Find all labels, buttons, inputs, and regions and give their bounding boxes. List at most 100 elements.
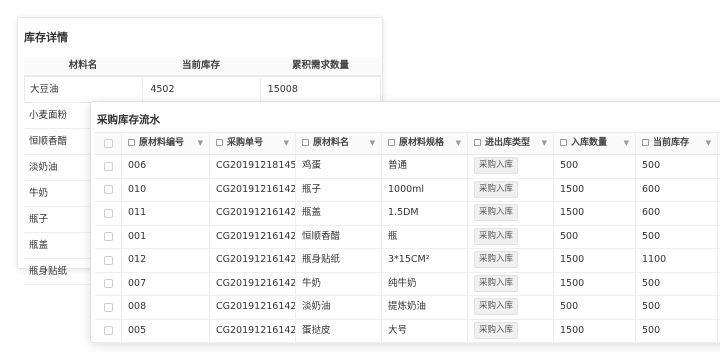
cell-in-qty: 500	[553, 155, 635, 178]
header-label: 原材料规格	[399, 138, 445, 148]
cell-io-type: 采购入库	[467, 202, 553, 225]
caret-down-icon[interactable]: ▼	[706, 133, 711, 154]
cell-material-name: 瓶盖	[295, 202, 381, 225]
cell-material-id: 005	[121, 319, 209, 342]
table-row[interactable]: 大豆油 4502 15008	[24, 76, 381, 103]
row-select-cell	[95, 273, 121, 296]
cell-material-spec: 提炼奶油	[381, 296, 467, 319]
table-column-icon	[128, 139, 135, 146]
cell-in-qty: 1500	[553, 272, 635, 295]
cell-material-spec: 普通	[381, 155, 467, 178]
cell-material-name: 大豆油	[30, 84, 59, 95]
caret-down-icon[interactable]: ▼	[624, 133, 629, 154]
cell-material-name: 瓶身贴纸	[295, 249, 381, 272]
cell-material-spec: 瓶	[381, 225, 467, 248]
cell-material-name: 蛋挞皮	[295, 319, 381, 342]
cell-material-name: 淡奶油	[295, 296, 381, 319]
cell-material-spec: 大号	[381, 319, 467, 342]
table-row[interactable]: 006 CG20191218145 鸡蛋 普通 采购入库 500 500	[95, 155, 720, 179]
caret-down-icon[interactable]: ▼	[198, 133, 203, 154]
cell-current-stock: 500	[635, 272, 717, 295]
io-type-tag: 采购入库	[474, 157, 519, 174]
cell-current-stock: 1100	[635, 249, 717, 272]
header-label: 原材料编号	[139, 138, 185, 148]
cell-current-stock: 600	[635, 178, 717, 201]
cell-material-spec: 3*15CM²	[381, 249, 467, 272]
table-column-icon	[302, 139, 309, 146]
table-row[interactable]: 010 CG20191216142 瓶子 1000ml 采购入库 1500 60…	[95, 178, 720, 202]
header-label: 当前库存	[653, 138, 690, 148]
cell-io-type: 采购入库	[467, 225, 553, 248]
caret-down-icon[interactable]: ▼	[542, 133, 547, 154]
row-select-cell	[95, 202, 121, 225]
header-order-no[interactable]: 采购单号 ▼	[209, 133, 295, 154]
cell-order-no: CG20191216142	[209, 296, 295, 319]
header-label: 入库数量	[571, 138, 608, 148]
cell-material-id: 012	[121, 249, 209, 272]
row-checkbox[interactable]	[103, 232, 113, 242]
row-checkbox[interactable]	[103, 208, 113, 218]
cell-current-stock: 500	[635, 296, 717, 319]
cell-io-type: 采购入库	[467, 272, 553, 295]
header-material-spec[interactable]: 原材料规格 ▼	[381, 133, 467, 154]
table-row[interactable]: 011 CG20191216142 瓶盖 1.5DM 采购入库 1500 600	[95, 202, 720, 226]
cell-io-type: 采购入库	[467, 296, 553, 319]
cell-in-qty: 1500	[553, 249, 635, 272]
io-type-tag: 采购入库	[474, 227, 519, 245]
cell-in-qty: 500	[553, 296, 635, 319]
table-row[interactable]: 005 CG20191216142 蛋挞皮 大号 采购入库 1500 500	[95, 319, 720, 343]
table-row[interactable]: 007 CG20191216142 牛奶 纯牛奶 采购入库 1500 500	[95, 272, 720, 296]
row-checkbox[interactable]	[103, 161, 113, 171]
cell-io-type: 采购入库	[467, 249, 553, 272]
select-all-checkbox[interactable]	[103, 139, 113, 148]
cell-material-spec: 1.5DM	[381, 202, 467, 225]
table-row[interactable]: 008 CG20191216142 淡奶油 提炼奶油 采购入库 500 500	[95, 296, 720, 320]
row-select-cell	[95, 320, 121, 343]
cell-cumulative-demand: 15008	[259, 77, 380, 102]
cell-order-no: CG20191216142	[209, 202, 295, 225]
table-column-icon	[560, 139, 567, 146]
caret-down-icon[interactable]: ▼	[370, 133, 375, 154]
row-checkbox[interactable]	[103, 185, 113, 195]
cell-current-stock: 500	[635, 155, 717, 178]
cell-material-id: 001	[121, 225, 209, 248]
row-checkbox[interactable]	[103, 255, 113, 265]
cell-material-spec: 1000ml	[381, 178, 467, 201]
header-label: 原材料名	[313, 138, 350, 148]
cell-order-no: CG20191218145	[209, 155, 295, 178]
table-column-icon	[216, 139, 223, 146]
table-row[interactable]: 012 CG20191216142 瓶身贴纸 3*15CM² 采购入库 1500…	[95, 249, 720, 273]
io-type-tag: 采购入库	[474, 274, 519, 292]
cell-current-stock: 600	[635, 202, 717, 225]
io-type-tag: 采购入库	[474, 298, 519, 315]
row-select-cell	[95, 296, 121, 319]
cell-in-qty: 1500	[553, 319, 635, 342]
table-column-icon	[474, 139, 481, 146]
table-column-icon	[642, 139, 649, 146]
header-material-name[interactable]: 原材料名 ▼	[295, 133, 381, 154]
cell-in-qty: 1500	[553, 178, 635, 201]
cell-material-id: 008	[121, 296, 209, 319]
row-checkbox[interactable]	[103, 302, 113, 312]
header-io-type[interactable]: 进出库类型 ▼	[467, 133, 553, 154]
header-material-id[interactable]: 原材料编号 ▼	[121, 133, 209, 154]
header-current-stock[interactable]: 当前库存 ▼	[635, 133, 717, 154]
table-row[interactable]: 001 CG20191216142 恒顺香醋 瓶 采购入库 500 500	[95, 225, 720, 249]
header-current-stock: 当前库存	[181, 60, 220, 71]
cell-material-spec: 纯牛奶	[381, 272, 467, 295]
io-type-tag: 采购入库	[474, 180, 519, 198]
header-in-qty[interactable]: 入库数量 ▼	[553, 133, 635, 154]
row-select-cell	[95, 226, 121, 249]
cell-in-qty: 1500	[553, 202, 635, 225]
stock-detail-header-row: 材料名 当前库存 累积需求数量	[24, 57, 381, 76]
purchase-flow-panel: 采购库存流水 原材料编号 ▼ 采购单号 ▼ 原材料名 ▼ 原材料规格 ▼ 进出库类型 ▼ …	[90, 101, 720, 343]
row-checkbox[interactable]	[103, 326, 113, 336]
cell-material-id: 010	[121, 178, 209, 201]
caret-down-icon[interactable]: ▼	[456, 133, 461, 154]
cell-material-name: 瓶子	[295, 178, 381, 201]
io-type-tag: 采购入库	[474, 321, 519, 339]
caret-down-icon[interactable]: ▼	[284, 133, 289, 154]
table-column-icon	[388, 139, 395, 146]
cell-order-no: CG20191216142	[209, 249, 295, 272]
row-checkbox[interactable]	[103, 279, 113, 289]
